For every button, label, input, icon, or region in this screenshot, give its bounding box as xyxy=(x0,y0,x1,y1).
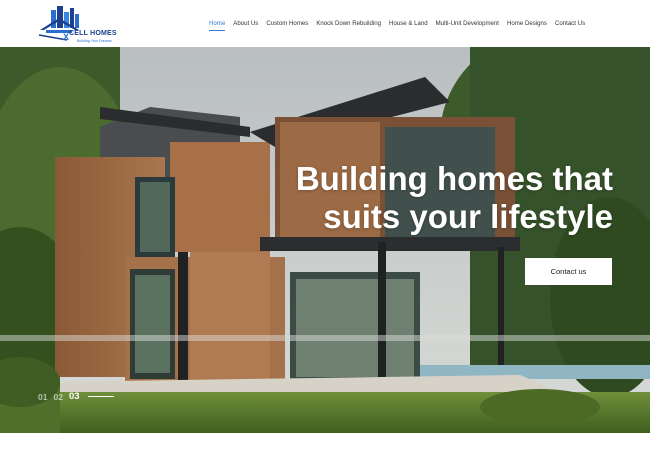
nav-house-and-land[interactable]: House & Land xyxy=(385,19,432,29)
slide-indicator-3[interactable]: 03 xyxy=(69,391,80,402)
slide-indicator-1[interactable]: 01 xyxy=(38,392,47,402)
nav-home[interactable]: Home xyxy=(205,19,229,31)
slide-indicator-2[interactable]: 02 xyxy=(53,392,62,402)
hero-house-image xyxy=(0,47,650,433)
hero-heading-line-1: Building homes that xyxy=(295,160,613,197)
brand-logo[interactable]: X CELL HOMES Building Your Dreams xyxy=(37,4,127,44)
hero-slider: Building homes that suits your lifestyle… xyxy=(0,47,650,433)
nav-home-designs[interactable]: Home Designs xyxy=(503,19,551,29)
nav-knock-down-rebuilding[interactable]: Knock Down Rebuilding xyxy=(312,19,385,29)
page-bottom-strip xyxy=(0,433,650,450)
hero-heading: Building homes that suits your lifestyle xyxy=(296,160,613,236)
brand-tagline: Building Your Dreams xyxy=(77,39,112,43)
house-city-skyline-logo-icon: X xyxy=(38,6,79,42)
slide-pagination: 01 02 03 xyxy=(38,391,114,402)
contact-us-button[interactable]: Contact us xyxy=(525,258,612,285)
nav-contact-us[interactable]: Contact Us xyxy=(551,19,589,29)
site-header: X CELL HOMES Building Your Dreams Home A… xyxy=(0,0,650,47)
main-nav: Home About Us Custom Homes Knock Down Re… xyxy=(205,19,589,31)
brand-name: CELL HOMES xyxy=(69,30,117,37)
nav-multi-unit-development[interactable]: Multi-Unit Development xyxy=(432,19,503,29)
nav-about-us[interactable]: About Us xyxy=(229,19,262,29)
slide-progress-line xyxy=(87,396,114,397)
nav-custom-homes[interactable]: Custom Homes xyxy=(262,19,312,29)
hero-heading-line-2: suits your lifestyle xyxy=(323,198,613,235)
